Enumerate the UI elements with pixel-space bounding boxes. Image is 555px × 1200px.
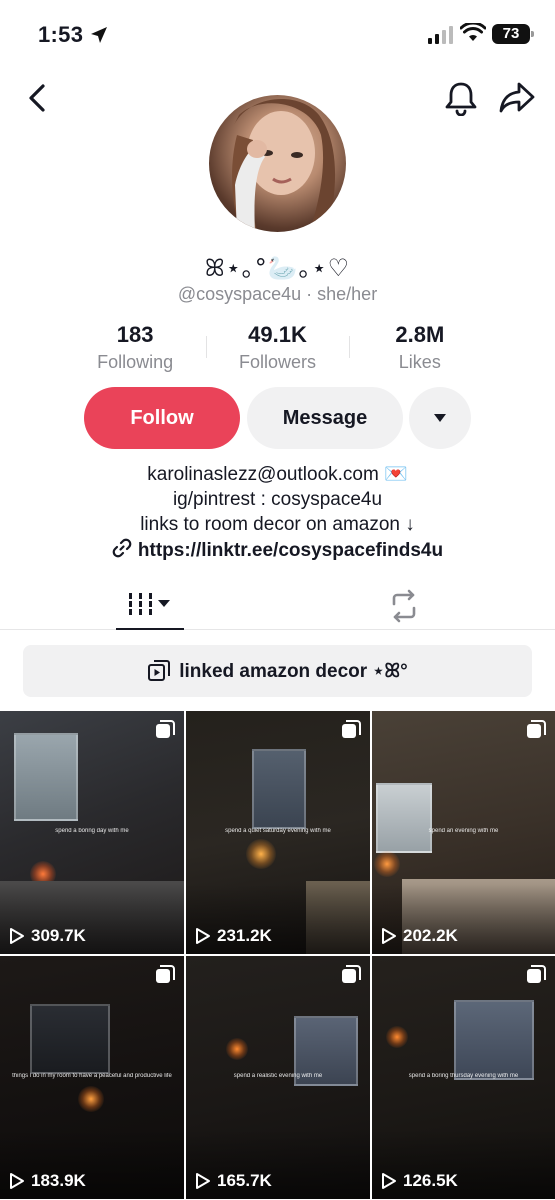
stat-following[interactable]: 183 Following bbox=[64, 322, 206, 378]
view-count-text: 309.7K bbox=[31, 926, 86, 945]
multi-image-icon bbox=[342, 965, 361, 983]
avatar-photo bbox=[232, 99, 335, 232]
view-count-text: 126.5K bbox=[403, 1171, 458, 1190]
view-count: 231.2K bbox=[195, 926, 272, 946]
playlist-label: linked amazon decor ⋆ꕤ° bbox=[179, 660, 408, 682]
status-bar: 1:53 73 bbox=[0, 0, 555, 70]
grid-bars-icon bbox=[129, 593, 170, 615]
wifi-icon bbox=[460, 23, 486, 41]
caret-down-icon bbox=[434, 414, 446, 422]
location-arrow-icon bbox=[91, 27, 107, 43]
playlist-button[interactable]: linked amazon decor ⋆ꕤ° bbox=[23, 645, 532, 697]
view-count-text: 231.2K bbox=[217, 926, 272, 945]
play-icon bbox=[382, 928, 396, 944]
view-count: 183.9K bbox=[9, 1171, 86, 1191]
multi-image-icon bbox=[527, 965, 546, 983]
video-caption: things i do in my room to have a peacefu… bbox=[12, 1072, 172, 1079]
video-caption: spend a boring day with me bbox=[55, 827, 129, 834]
avatar[interactable] bbox=[209, 95, 346, 232]
stat-label: Followers bbox=[238, 352, 316, 372]
view-count: 309.7K bbox=[9, 926, 86, 946]
message-button[interactable]: Message bbox=[247, 387, 403, 449]
follow-button[interactable]: Follow bbox=[84, 387, 240, 449]
multi-image-icon bbox=[156, 720, 175, 738]
window-scene bbox=[454, 1000, 534, 1080]
stat-followers[interactable]: 49.1K Followers bbox=[206, 322, 348, 378]
play-icon bbox=[10, 928, 24, 944]
username-pronouns: @cosyspace4u · she/her bbox=[177, 284, 378, 304]
bell-icon[interactable] bbox=[444, 80, 478, 116]
bio-line: ig/pintrest : cosyspace4u bbox=[172, 489, 383, 510]
link-icon bbox=[112, 538, 132, 558]
view-count-text: 183.9K bbox=[31, 1171, 86, 1190]
window-scene bbox=[14, 733, 78, 821]
profile-stats: 183 Following 49.1K Followers 2.8M Likes bbox=[64, 322, 491, 378]
video-caption: spend a realistic evening with me bbox=[233, 1072, 323, 1079]
play-icon bbox=[382, 1173, 396, 1189]
bio-line: links to room decor on amazon ↓ bbox=[140, 514, 415, 535]
video-tile[interactable]: things i do in my room to have a peacefu… bbox=[0, 956, 184, 1199]
play-icon bbox=[10, 1173, 24, 1189]
bio-link-text: https://linktr.ee/cosyspacefinds4u bbox=[137, 540, 444, 561]
lamp-glow bbox=[226, 1038, 248, 1060]
view-count: 126.5K bbox=[381, 1171, 458, 1191]
bio-line: karolinaslezz@outlook.com 💌 bbox=[147, 464, 408, 485]
lamp-glow bbox=[246, 839, 276, 869]
bio-link[interactable]: https://linktr.ee/cosyspacefinds4u bbox=[0, 538, 555, 562]
status-time: 1:53 bbox=[38, 22, 84, 47]
repost-icon[interactable] bbox=[386, 588, 422, 624]
battery-indicator: 73 bbox=[492, 24, 534, 44]
video-grid: spend a boring day with me 309.7K spend … bbox=[0, 711, 555, 1200]
video-caption: spend an evening with me bbox=[428, 827, 499, 834]
stat-label: Following bbox=[97, 352, 174, 372]
profile-tabs bbox=[0, 580, 555, 630]
stat-label: Likes bbox=[398, 352, 441, 372]
bio: karolinaslezz@outlook.com 💌 ig/pintrest … bbox=[0, 462, 555, 537]
view-count-text: 202.2K bbox=[403, 926, 458, 945]
tab-videos[interactable] bbox=[116, 580, 184, 630]
video-tile[interactable]: spend a boring day with me 309.7K bbox=[0, 711, 184, 954]
video-tile[interactable]: spend an evening with me 202.2K bbox=[372, 711, 555, 954]
multi-image-icon bbox=[342, 720, 361, 738]
lamp-glow bbox=[78, 1086, 104, 1112]
play-icon bbox=[196, 1173, 210, 1189]
stat-value: 2.8M bbox=[395, 322, 445, 347]
share-arrow-icon[interactable] bbox=[498, 80, 536, 116]
video-tile[interactable]: spend a realistic evening with me 165.7K bbox=[186, 956, 370, 1199]
stat-likes[interactable]: 2.8M Likes bbox=[348, 322, 491, 378]
video-caption: spend a boring thursday evening with me bbox=[408, 1072, 519, 1079]
play-icon bbox=[196, 928, 210, 944]
stat-value: 49.1K bbox=[248, 322, 307, 347]
window-scene bbox=[252, 749, 306, 829]
stat-value: 183 bbox=[116, 322, 154, 347]
view-count: 165.7K bbox=[195, 1171, 272, 1191]
suggested-accounts-button[interactable] bbox=[409, 387, 471, 449]
window-scene bbox=[376, 783, 432, 853]
display-name: ꕤ⋆｡°🦢｡⋆♡ bbox=[204, 254, 351, 282]
playlist-icon bbox=[148, 660, 171, 681]
view-count-text: 165.7K bbox=[217, 1171, 272, 1190]
video-caption: spend a quiet saturday evening with me bbox=[225, 827, 331, 834]
view-count: 202.2K bbox=[381, 926, 458, 946]
video-tile[interactable]: spend a quiet saturday evening with me 2… bbox=[186, 711, 370, 954]
window-scene bbox=[30, 1004, 110, 1074]
multi-image-icon bbox=[156, 965, 175, 983]
lamp-glow bbox=[386, 1026, 408, 1048]
video-tile[interactable]: spend a boring thursday evening with me … bbox=[372, 956, 555, 1199]
lamp-glow bbox=[374, 851, 400, 877]
cellular-signal-icon bbox=[428, 26, 453, 44]
multi-image-icon bbox=[527, 720, 546, 738]
back-button[interactable] bbox=[22, 82, 54, 114]
